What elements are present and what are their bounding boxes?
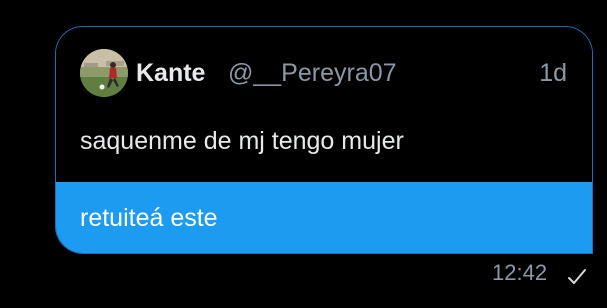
dm-conversation: Kante @__Pereyra07 1d saquenme de mj ten… xyxy=(0,0,607,308)
message-text: retuiteá este xyxy=(80,204,218,232)
message-body: retuiteá este xyxy=(56,182,592,253)
sent-message-bubble[interactable]: Kante @__Pereyra07 1d saquenme de mj ten… xyxy=(55,26,593,254)
quoted-tweet-text: saquenme de mj tengo mujer xyxy=(80,127,404,155)
check-icon xyxy=(568,269,586,284)
quoted-tweet-card[interactable]: Kante @__Pereyra07 1d saquenme de mj ten… xyxy=(56,27,592,182)
message-sent-time: 12:42 xyxy=(492,260,548,285)
display-name[interactable]: Kante xyxy=(136,58,205,88)
user-handle[interactable]: @__Pereyra07 xyxy=(228,58,397,88)
avatar-photo xyxy=(80,49,128,97)
avatar[interactable] xyxy=(80,49,128,97)
tweet-relative-time[interactable]: 1d xyxy=(539,58,567,88)
